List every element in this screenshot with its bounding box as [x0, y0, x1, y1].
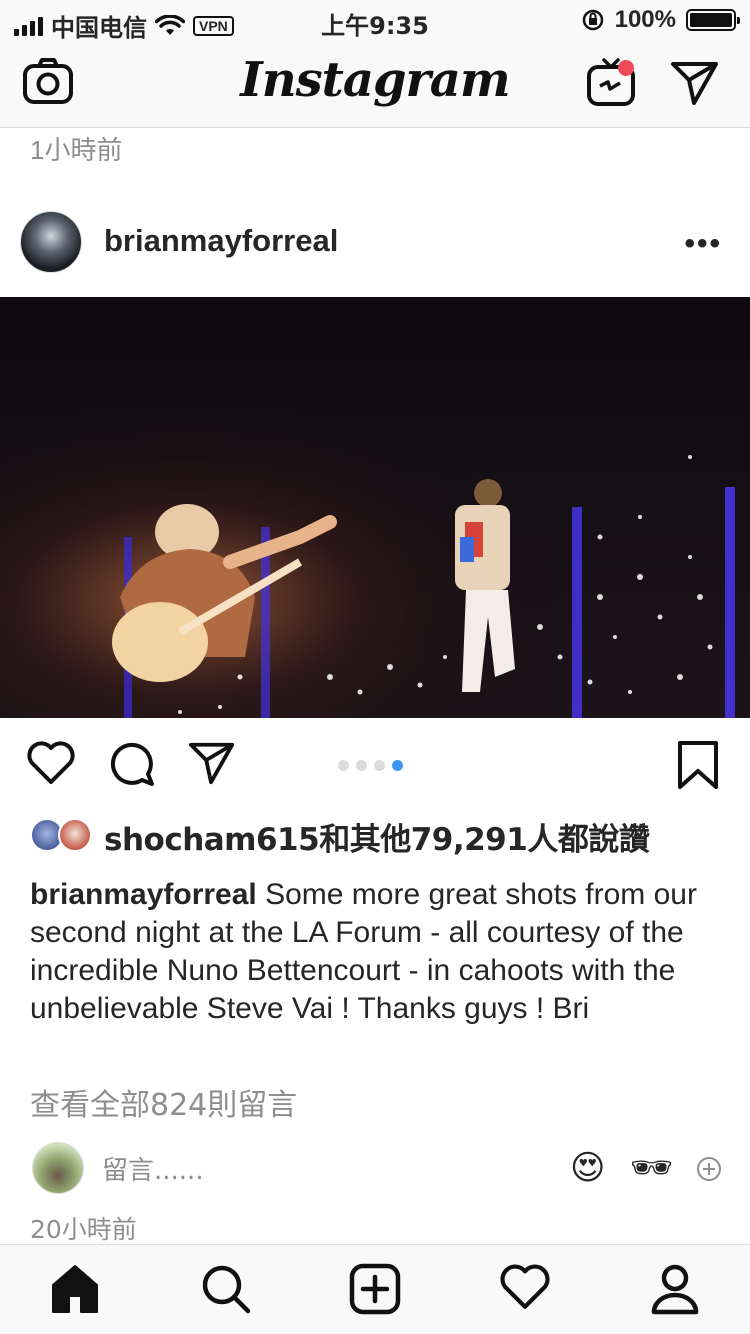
carousel-dot	[338, 760, 349, 771]
post-timestamp: 20小時前	[30, 1215, 137, 1244]
profile-icon[interactable]	[650, 1263, 700, 1315]
carousel-indicator	[338, 760, 403, 771]
activity-icon[interactable]	[499, 1263, 551, 1311]
more-options-icon[interactable]: •••	[684, 227, 722, 261]
top-nav: Instagram	[0, 40, 750, 128]
carousel-dot	[374, 760, 385, 771]
liker-avatar	[58, 818, 92, 852]
view-all-comments-link[interactable]: 查看全部824則留言	[30, 1080, 297, 1124]
post-username[interactable]: brianmayforreal	[104, 223, 338, 259]
like-icon[interactable]	[26, 740, 76, 786]
likes-text: shocham615和其他79,291人都說讚	[104, 821, 650, 858]
likes-summary[interactable]: shocham615和其他79,291人都說讚	[30, 814, 650, 858]
post-caption: brianmayforreal Some more great shots fr…	[30, 876, 730, 1028]
save-icon[interactable]	[676, 740, 720, 790]
post-header: brianmayforreal •••	[0, 205, 750, 281]
add-emoji-icon[interactable]	[696, 1156, 722, 1182]
concert-photo	[0, 297, 750, 718]
avatar	[32, 1142, 84, 1194]
previous-post-timestamp: 1小時前	[30, 135, 123, 165]
post-actions	[0, 740, 750, 800]
carousel-dot	[356, 760, 367, 771]
instagram-logo[interactable]: Instagram	[0, 52, 750, 108]
heart-eyes-emoji-button[interactable]: 😍	[570, 1148, 605, 1188]
battery-percent: 100%	[614, 6, 676, 33]
bottom-tab-bar	[0, 1244, 750, 1334]
status-bar: 中国电信 VPN 上午9:35 100%	[0, 0, 750, 42]
carousel-dot	[392, 760, 403, 771]
battery-icon	[686, 9, 740, 31]
add-comment-row: 留言...... 😍 🕶	[0, 1140, 750, 1196]
notification-dot	[618, 60, 634, 76]
search-icon[interactable]	[200, 1263, 252, 1315]
share-icon[interactable]	[188, 740, 236, 786]
direct-message-icon[interactable]	[670, 60, 720, 106]
comment-input[interactable]: 留言......	[102, 1150, 204, 1187]
comment-icon[interactable]	[108, 740, 156, 788]
orientation-lock-icon	[582, 9, 603, 31]
home-icon[interactable]	[50, 1263, 100, 1315]
sunglasses-emoji-button[interactable]: 🕶	[630, 1148, 673, 1188]
new-post-icon[interactable]	[349, 1263, 401, 1315]
avatar[interactable]	[20, 211, 82, 273]
post-image[interactable]	[0, 297, 750, 718]
caption-username[interactable]: brianmayforreal	[30, 878, 257, 911]
